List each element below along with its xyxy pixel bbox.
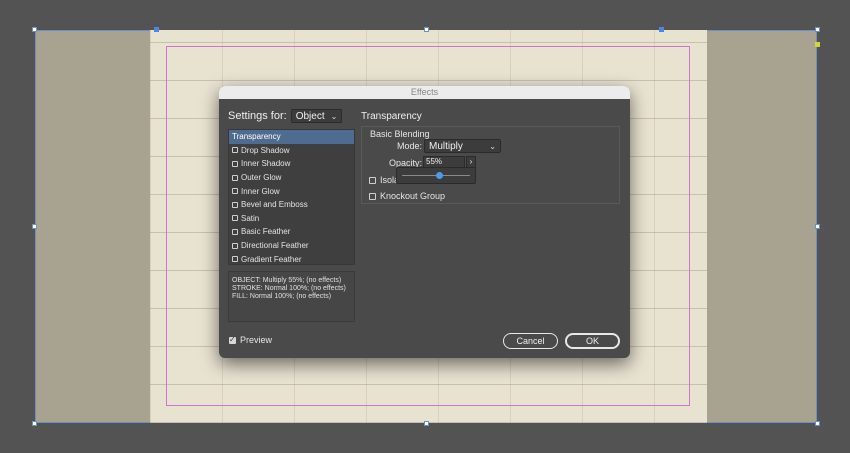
effect-checkbox[interactable] bbox=[232, 188, 238, 195]
chevron-down-icon: ⌄ bbox=[489, 141, 496, 151]
effect-checkbox[interactable] bbox=[232, 228, 238, 235]
mode-dropdown[interactable]: Multiply ⌄ bbox=[424, 139, 501, 153]
knockout-group-option[interactable]: Knockout Group bbox=[369, 191, 445, 201]
effect-checkbox[interactable] bbox=[232, 147, 238, 154]
effect-label: Inner Glow bbox=[241, 186, 280, 196]
preview-checkbox[interactable] bbox=[229, 335, 236, 344]
effect-checkbox[interactable] bbox=[232, 174, 238, 181]
frame-handle[interactable] bbox=[815, 42, 820, 47]
basic-blending-group: Basic Blending Mode: Multiply ⌄ Opacity:… bbox=[361, 126, 620, 204]
effects-list-item[interactable]: Drop Shadow bbox=[229, 144, 354, 158]
effects-list-item[interactable]: Inner Glow bbox=[229, 184, 354, 198]
effect-checkbox[interactable] bbox=[232, 242, 238, 249]
effects-list-item[interactable]: Outer Glow bbox=[229, 171, 354, 185]
effects-list-item[interactable]: Directional Feather bbox=[229, 239, 354, 253]
chevron-down-icon: ⌄ bbox=[330, 111, 338, 121]
effect-label: Gradient Feather bbox=[241, 254, 302, 264]
effect-label: Bevel and Emboss bbox=[241, 200, 308, 210]
frame-handle[interactable] bbox=[815, 27, 820, 32]
effects-list-item[interactable]: Transparency bbox=[229, 130, 354, 144]
effects-summary: OBJECT: Multiply 55%; (no effects) STROK… bbox=[228, 271, 355, 322]
frame-handle[interactable] bbox=[424, 421, 429, 426]
preview-label: Preview bbox=[240, 335, 273, 345]
effect-checkbox[interactable] bbox=[232, 160, 238, 167]
section-title: Transparency bbox=[361, 111, 422, 122]
dialog-title: Effects bbox=[219, 86, 630, 99]
effects-list: Transparency Drop Shadow Inner Shadow Outer… bbox=[228, 129, 355, 265]
effect-label: Basic Feather bbox=[241, 227, 291, 237]
basic-blending-title: Basic Blending bbox=[370, 129, 430, 139]
ok-button[interactable]: OK bbox=[565, 333, 620, 349]
effects-list-item[interactable]: Satin bbox=[229, 212, 354, 226]
effect-checkbox[interactable] bbox=[232, 201, 238, 208]
effect-label: Directional Feather bbox=[241, 241, 309, 251]
settings-for-label: Settings for: bbox=[228, 110, 287, 122]
frame-handle[interactable] bbox=[32, 421, 37, 426]
settings-for-value: Object bbox=[295, 110, 325, 122]
effects-dialog: Effects Settings for: Object ⌄ Transpare… bbox=[219, 86, 630, 358]
frame-handle[interactable] bbox=[424, 27, 429, 32]
effects-list-item[interactable]: Basic Feather bbox=[229, 225, 354, 239]
frame-handle[interactable] bbox=[154, 27, 159, 32]
frame-handle[interactable] bbox=[659, 27, 664, 32]
effect-label: Inner Shadow bbox=[241, 159, 291, 169]
frame-handle[interactable] bbox=[815, 224, 820, 229]
settings-for-row: Settings for: Object ⌄ bbox=[228, 108, 342, 124]
summary-line: OBJECT: Multiply 55%; (no effects) bbox=[232, 277, 342, 284]
effects-list-item[interactable]: Inner Shadow bbox=[229, 157, 354, 171]
effect-checkbox[interactable] bbox=[232, 215, 238, 222]
knockout-group-checkbox[interactable] bbox=[369, 192, 376, 200]
frame-handle[interactable] bbox=[32, 224, 37, 229]
cancel-button[interactable]: Cancel bbox=[503, 333, 558, 349]
frame-handle[interactable] bbox=[32, 27, 37, 32]
effects-list-item[interactable]: Gradient Feather bbox=[229, 252, 354, 266]
frame-handle[interactable] bbox=[815, 421, 820, 426]
effects-list-item[interactable]: Bevel and Emboss bbox=[229, 198, 354, 212]
effect-checkbox[interactable] bbox=[232, 256, 238, 263]
opacity-slider-thumb[interactable] bbox=[435, 172, 443, 179]
summary-line: STROKE: Normal 100%; (no effects) bbox=[232, 285, 346, 292]
effect-label: Transparency bbox=[232, 132, 281, 142]
summary-line: FILL: Normal 100%; (no effects) bbox=[232, 293, 332, 300]
effect-label: Outer Glow bbox=[241, 173, 282, 183]
effect-label: Drop Shadow bbox=[241, 145, 290, 155]
preview-option[interactable]: Preview bbox=[229, 335, 272, 345]
isolate-checkbox[interactable] bbox=[369, 176, 376, 184]
mode-value: Multiply bbox=[429, 140, 463, 152]
effect-label: Satin bbox=[241, 213, 260, 223]
settings-for-dropdown[interactable]: Object ⌄ bbox=[290, 109, 342, 123]
knockout-group-label: Knockout Group bbox=[380, 191, 446, 201]
mode-label: Mode: bbox=[397, 141, 423, 151]
opacity-slider-popup bbox=[396, 167, 476, 184]
